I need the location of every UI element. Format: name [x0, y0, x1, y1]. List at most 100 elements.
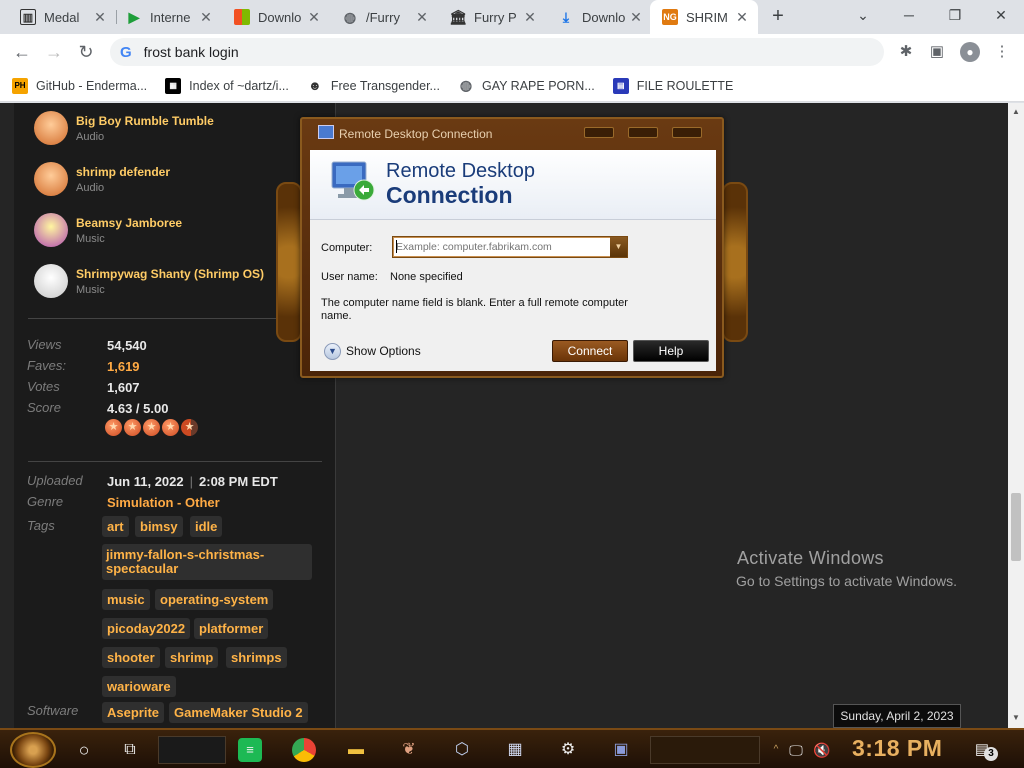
- profile-avatar[interactable]: ●: [960, 42, 980, 62]
- tag-chip[interactable]: bimsy: [135, 516, 183, 537]
- ph-icon: PH: [12, 77, 28, 94]
- tag-chip[interactable]: music: [102, 589, 150, 610]
- bookmark-file-roulette[interactable]: ▤ FILE ROULETTE: [612, 77, 734, 94]
- tag-chip[interactable]: idle: [190, 516, 223, 537]
- settings-gear-icon[interactable]: ⚙: [556, 738, 580, 762]
- tab-5[interactable]: 🏛 Furry P ✕: [438, 0, 546, 34]
- page-scrollbar[interactable]: ▲ ▼: [1008, 103, 1024, 728]
- faves-value[interactable]: 1,619: [107, 359, 140, 374]
- bookmark-free[interactable]: ☻ Free Transgender...: [307, 78, 440, 94]
- notes-app-icon[interactable]: ≡: [238, 738, 262, 762]
- shrimpywag-thumbnail: [34, 264, 68, 298]
- connect-button[interactable]: Connect: [552, 340, 628, 362]
- close-icon[interactable]: ✕: [92, 9, 108, 26]
- close-icon[interactable]: ✕: [628, 9, 644, 26]
- app-icon[interactable]: ❦: [397, 738, 421, 762]
- related-title: Shrimpywag Shanty (Shrimp OS): [76, 267, 265, 281]
- bookmark-label: FILE ROULETTE: [636, 78, 734, 93]
- omnibox[interactable]: G: [110, 38, 884, 66]
- task-view-icon[interactable]: ⧉: [118, 738, 142, 762]
- side-panel-icon[interactable]: ▣: [927, 42, 947, 62]
- divider: [28, 461, 322, 462]
- restore-button[interactable]: ❐: [940, 4, 970, 28]
- mask-icon: ☻: [308, 78, 322, 93]
- bookmark-index[interactable]: ▦ Index of ~dartz/i...: [165, 77, 289, 94]
- close-icon[interactable]: ✕: [414, 9, 430, 26]
- reload-button[interactable]: ↻: [74, 40, 98, 64]
- dropdown-arrow-icon[interactable]: ▼: [610, 237, 627, 257]
- 3d-box-icon[interactable]: ⬡: [450, 738, 474, 762]
- archive-icon: 🏛: [449, 8, 467, 25]
- related-item[interactable]: Beamsy Jamboree Music: [34, 209, 314, 253]
- beamsy-thumbnail: [34, 213, 68, 247]
- forward-button[interactable]: →: [42, 40, 66, 64]
- menu-icon[interactable]: ⋮: [992, 42, 1012, 62]
- tab-search-icon[interactable]: ⌄: [848, 4, 878, 28]
- scroll-thumb[interactable]: [1011, 493, 1021, 561]
- tag-chip[interactable]: operating-system: [155, 589, 274, 610]
- computer-input[interactable]: [396, 240, 606, 254]
- close-button[interactable]: [672, 127, 702, 138]
- taskbar-slot: [650, 736, 760, 764]
- computer-combobox[interactable]: ▼: [392, 236, 628, 258]
- address-input[interactable]: [143, 44, 744, 60]
- tag-chip[interactable]: art: [102, 516, 129, 537]
- tag-chip[interactable]: jimmy-fallon-s-christmas-spectacular: [102, 544, 312, 580]
- minimize-button[interactable]: [584, 127, 614, 138]
- tag-chip[interactable]: warioware: [102, 676, 176, 697]
- volume-muted-icon[interactable]: 🔇: [810, 738, 834, 762]
- tag-chip[interactable]: shrimps: [226, 647, 287, 668]
- minimize-button[interactable]: ─: [894, 4, 924, 28]
- tab-2[interactable]: ▶ Interne ✕: [114, 0, 222, 34]
- activate-windows-title: Activate Windows: [737, 548, 884, 568]
- close-window-button[interactable]: ✕: [986, 4, 1016, 28]
- windows10-app-icon[interactable]: ▦: [503, 738, 527, 762]
- remote-desktop-icon[interactable]: ▣: [609, 738, 633, 762]
- genre-value[interactable]: Simulation - Other: [107, 495, 220, 510]
- tab-3[interactable]: Downlo ✕: [222, 0, 330, 34]
- tab-4[interactable]: ◍ /Furry ✕: [330, 0, 438, 34]
- tab-7-active[interactable]: NG SHRIM ✕: [650, 0, 758, 34]
- bookmark-github[interactable]: PH GitHub - Enderma...: [12, 77, 147, 94]
- tag-chip[interactable]: shooter: [102, 647, 160, 668]
- software-chip[interactable]: Aseprite: [102, 702, 165, 723]
- related-item[interactable]: Big Boy Rumble Tumble Audio: [34, 107, 314, 151]
- taskbar-clock[interactable]: 3:18 PM: [852, 735, 942, 762]
- tag-chip[interactable]: shrimp: [165, 647, 219, 668]
- qr-icon: ▦: [165, 77, 182, 94]
- tag-chip[interactable]: picoday2022: [102, 618, 191, 639]
- related-item[interactable]: Shrimpywag Shanty (Shrimp OS) Music: [34, 260, 314, 304]
- show-options-link[interactable]: Show Options: [346, 344, 421, 358]
- close-icon[interactable]: ✕: [522, 9, 538, 26]
- new-tab-button[interactable]: +: [766, 5, 790, 29]
- taskbar-slot: [158, 736, 226, 764]
- cortana-icon[interactable]: ○: [72, 738, 96, 762]
- tab-6[interactable]: ⤓ Downlo ✕: [546, 0, 652, 34]
- extensions-icon[interactable]: ✱: [896, 42, 916, 62]
- tab-1[interactable]: ▥ Medal ✕: [8, 0, 116, 34]
- network-icon[interactable]: 🖵: [784, 738, 808, 762]
- uploaded-time: 2:08 PM EDT: [199, 474, 278, 489]
- half-star-icon: ★: [181, 419, 198, 436]
- chrome-icon[interactable]: [292, 738, 316, 762]
- related-category: Music: [76, 233, 105, 245]
- maximize-button[interactable]: [628, 127, 658, 138]
- tag-chip[interactable]: platformer: [194, 618, 269, 639]
- close-icon[interactable]: ✕: [306, 9, 322, 26]
- close-icon[interactable]: ✕: [198, 9, 214, 26]
- star-icon: ★: [105, 419, 122, 436]
- genre-label: Genre: [27, 494, 64, 509]
- scroll-up-arrow[interactable]: ▲: [1012, 107, 1020, 116]
- software-chip[interactable]: GameMaker Studio 2: [169, 702, 308, 723]
- help-button[interactable]: Help: [633, 340, 709, 362]
- scroll-down-arrow[interactable]: ▼: [1012, 713, 1020, 722]
- start-button[interactable]: [10, 732, 56, 768]
- bookmarks-bar: PH GitHub - Enderma... ▦ Index of ~dartz…: [0, 70, 1024, 102]
- back-button[interactable]: ←: [10, 40, 34, 64]
- related-item[interactable]: shrimp defender Audio: [34, 158, 314, 202]
- related-title: Big Boy Rumble Tumble: [76, 114, 214, 128]
- file-explorer-icon[interactable]: ▬: [344, 738, 368, 762]
- bookmark-globe[interactable]: ◍ GAY RAPE PORN...: [458, 77, 595, 94]
- chevron-down-icon[interactable]: ▼: [324, 343, 341, 360]
- close-icon[interactable]: ✕: [734, 9, 750, 26]
